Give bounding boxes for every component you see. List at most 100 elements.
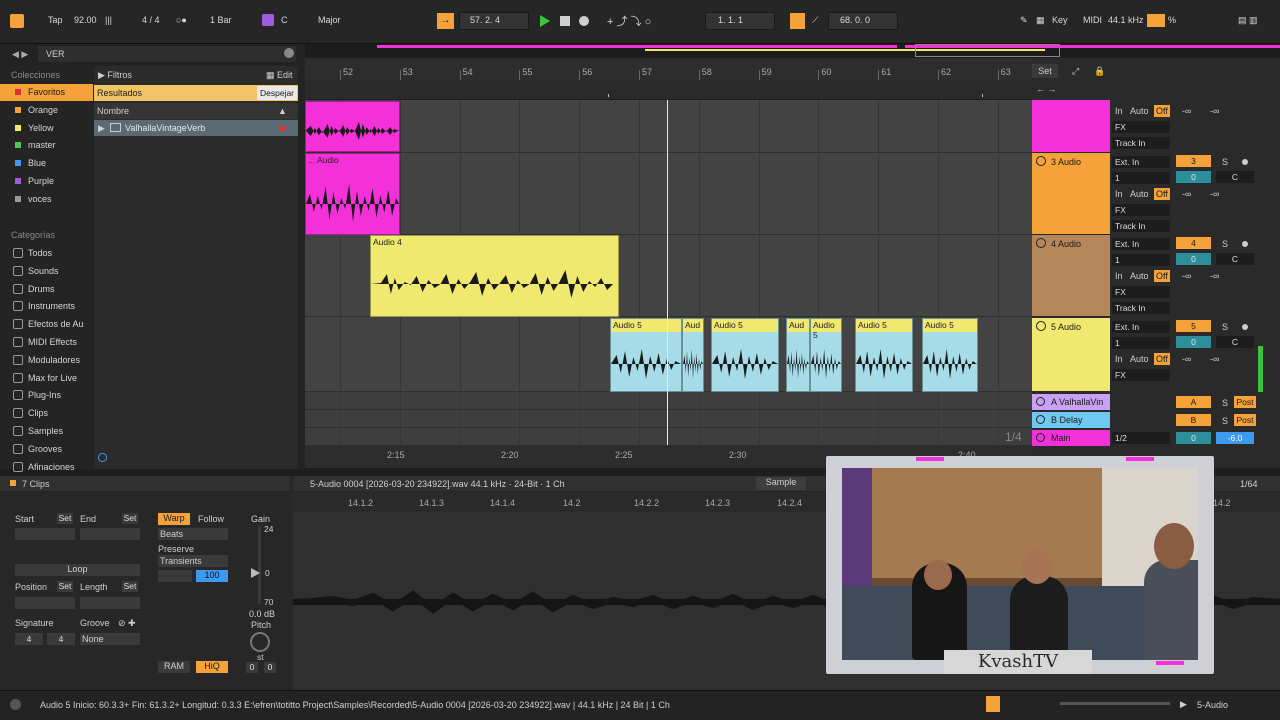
- track-activator[interactable]: 4: [1176, 237, 1211, 249]
- monitor-auto[interactable]: Auto: [1130, 189, 1149, 199]
- end-set-button[interactable]: Set: [122, 513, 138, 524]
- record-mode-icon[interactable]: ○●: [176, 15, 187, 25]
- despejar-button[interactable]: Despejar: [257, 86, 298, 100]
- send-a-value[interactable]: -∞: [1182, 271, 1191, 281]
- track-fold-icon[interactable]: [1036, 321, 1046, 331]
- groove-dropdown[interactable]: None: [80, 633, 140, 645]
- solo-button[interactable]: S: [1222, 322, 1228, 332]
- monitor-in[interactable]: In: [1115, 354, 1123, 364]
- track-header[interactable]: 4 Audio: [1032, 235, 1110, 316]
- collection-item[interactable]: voces: [0, 191, 93, 208]
- pan-field[interactable]: C: [1216, 336, 1254, 348]
- expand-icon[interactable]: ⤢: [1072, 66, 1079, 77]
- record-button[interactable]: [579, 16, 589, 26]
- clip-audio5[interactable]: Audio 5: [810, 318, 842, 392]
- return-track-header[interactable]: Main: [1032, 430, 1110, 446]
- clip-audio5[interactable]: Audio 5: [855, 318, 913, 392]
- send-a-value[interactable]: -∞: [1182, 189, 1191, 199]
- output-type-dropdown[interactable]: FX: [1112, 286, 1170, 298]
- clip-audio5[interactable]: Aud: [682, 318, 704, 392]
- position-set-button[interactable]: Set: [57, 581, 73, 592]
- track-activator[interactable]: 5: [1176, 320, 1211, 332]
- keyboard-icon[interactable]: ▦: [1036, 15, 1045, 26]
- monitor-off[interactable]: Off: [1154, 188, 1170, 200]
- position-field[interactable]: 57. 2. 4: [470, 15, 500, 25]
- category-item[interactable]: Instruments: [0, 298, 93, 315]
- nombre-header[interactable]: Nombre ▲: [94, 103, 298, 119]
- arm-button[interactable]: [1242, 324, 1248, 330]
- track-lane-3[interactable]: [305, 153, 1032, 235]
- category-item[interactable]: Sounds: [0, 263, 93, 280]
- monitor-off[interactable]: Off: [1154, 105, 1170, 117]
- set-button[interactable]: Set: [1032, 64, 1058, 78]
- collection-item[interactable]: Orange: [0, 102, 93, 119]
- arrangement-overview[interactable]: [305, 44, 1280, 58]
- overview-viewport[interactable]: [915, 44, 1060, 57]
- output-type-dropdown[interactable]: FX: [1112, 369, 1170, 381]
- clip-audio5[interactable]: Aud: [786, 318, 810, 392]
- tempo-field[interactable]: 92.00: [74, 15, 97, 25]
- gain-slider-thumb[interactable]: [251, 568, 260, 578]
- input-channel-dropdown[interactable]: 1: [1112, 254, 1170, 266]
- length-field[interactable]: [80, 597, 140, 609]
- loop-mode-dropdown[interactable]: [158, 570, 192, 582]
- track-fold-icon[interactable]: [1036, 415, 1045, 424]
- sample-tab[interactable]: Sample: [756, 477, 806, 490]
- browser-search-input[interactable]: VER: [38, 46, 296, 62]
- sort-icon[interactable]: ▲: [278, 106, 287, 116]
- status-play-icon[interactable]: ▶: [1180, 699, 1187, 710]
- loop-region-marker[interactable]: [608, 94, 983, 97]
- send-a-value[interactable]: -∞: [1182, 106, 1191, 116]
- output-type-dropdown[interactable]: FX: [1112, 121, 1170, 133]
- category-item[interactable]: Drums: [0, 281, 93, 298]
- play-button[interactable]: [540, 15, 550, 27]
- main-output-dropdown[interactable]: 1/2: [1112, 432, 1170, 444]
- envelope-field[interactable]: 100: [196, 570, 228, 582]
- pan-field[interactable]: C: [1216, 253, 1254, 265]
- expand-icon[interactable]: ▶: [98, 123, 105, 134]
- arm-button[interactable]: [1242, 159, 1248, 165]
- follow-button[interactable]: Follow: [198, 514, 224, 524]
- collection-item[interactable]: Yellow: [0, 120, 93, 137]
- detune-field-a[interactable]: 0: [246, 662, 258, 673]
- clip-audio5[interactable]: Audio 5: [711, 318, 779, 392]
- input-type-dropdown[interactable]: Ext. In: [1112, 321, 1170, 333]
- warp-button[interactable]: Warp: [158, 513, 190, 525]
- nav-arrows-icon[interactable]: ← →: [1036, 84, 1057, 94]
- favorite-tag-icon[interactable]: [280, 126, 285, 131]
- preserve-dropdown[interactable]: Transients: [158, 555, 228, 567]
- metronome-icon[interactable]: |||: [105, 15, 112, 25]
- input-channel-dropdown[interactable]: 1: [1112, 337, 1170, 349]
- loop-brace-strip[interactable]: [305, 80, 1032, 100]
- loop-switch[interactable]: [790, 13, 805, 29]
- volume-field[interactable]: 0: [1176, 336, 1211, 348]
- send-b-value[interactable]: -∞: [1210, 189, 1219, 199]
- track-header[interactable]: 3 Audio: [1032, 153, 1110, 234]
- key-root-dropdown[interactable]: C: [281, 15, 288, 25]
- scale-icon[interactable]: [262, 14, 274, 26]
- tap-button[interactable]: Tap: [48, 15, 63, 25]
- overdub-icon[interactable]: + ⤴ ⤵ ○: [607, 13, 651, 29]
- send-b-value[interactable]: -∞: [1210, 106, 1219, 116]
- return-lane-b[interactable]: [305, 410, 1032, 428]
- output-channel-dropdown[interactable]: Track In: [1112, 137, 1170, 149]
- key-scale-dropdown[interactable]: Major: [318, 15, 341, 25]
- follow-button[interactable]: →: [437, 13, 454, 29]
- monitor-auto[interactable]: Auto: [1130, 106, 1149, 116]
- return-track-header[interactable]: B Delay: [1032, 412, 1110, 428]
- pan-field[interactable]: C: [1216, 171, 1254, 183]
- playhead[interactable]: [667, 100, 668, 445]
- browser-back-icon[interactable]: ◀ ▶: [12, 49, 28, 60]
- info-icon[interactable]: [10, 699, 21, 710]
- punch-icon[interactable]: ⟋: [812, 15, 818, 26]
- input-type-dropdown[interactable]: Ext. In: [1112, 238, 1170, 250]
- volume-field[interactable]: 0: [1176, 171, 1211, 183]
- track-lane-2[interactable]: [305, 100, 1032, 153]
- clip-track2[interactable]: [305, 101, 400, 152]
- clip-audio4[interactable]: Audio 4: [370, 235, 619, 317]
- send-b-value[interactable]: -∞: [1210, 354, 1219, 364]
- midi-map-button[interactable]: MIDI: [1083, 15, 1102, 25]
- post-button[interactable]: Post: [1234, 414, 1256, 426]
- hiq-button[interactable]: HiQ: [196, 661, 228, 673]
- arm-button[interactable]: [1242, 241, 1248, 247]
